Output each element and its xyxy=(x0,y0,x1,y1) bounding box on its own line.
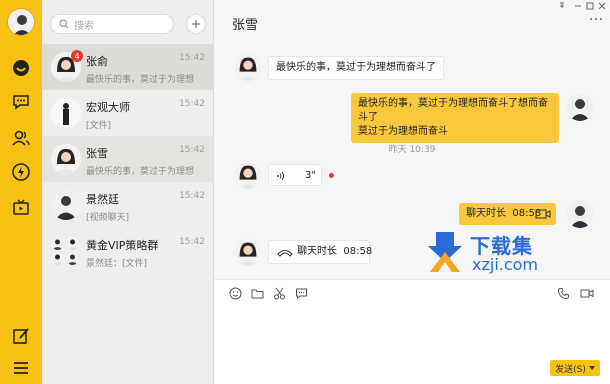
emoji-icon[interactable] xyxy=(228,286,242,300)
my-avatar xyxy=(566,200,594,228)
list-item-zhangxue[interactable]: 张雪 15:42 最快乐的事，莫过于为理想 xyxy=(42,136,213,182)
contact-time: 15:42 xyxy=(179,237,205,247)
list-item-jingranting[interactable]: 景然廷 15:42 [视频聊天] xyxy=(42,182,213,228)
chat-panel: 张雪 最快乐的事，莫过于为理想而奋斗了 最快乐的事，莫过于为理想而奋斗了想而奋斗… xyxy=(214,0,610,384)
contact-preview: [视频聊天] xyxy=(86,213,130,223)
contact-name: 黄金VIP策略群 xyxy=(86,239,159,252)
nav-rail xyxy=(0,0,42,384)
call-message-out[interactable]: 聊天时长 08:58 xyxy=(459,203,556,225)
unread-dot xyxy=(329,173,334,178)
unread-badge: 4 xyxy=(71,50,83,62)
video-call-icon[interactable] xyxy=(580,286,594,300)
search-box[interactable]: 搜索 xyxy=(50,14,174,34)
message-bubble-out: 最快乐的事，莫过于为理想而奋斗了想而奋斗了 莫过于为理想而奋斗 xyxy=(351,93,559,143)
edit-icon[interactable] xyxy=(9,324,33,348)
my-avatar[interactable] xyxy=(7,8,35,36)
phone-icon[interactable] xyxy=(556,286,570,300)
call-duration-text: 聊天时长 08:58 xyxy=(466,208,542,219)
contact-name: 宏观大师 xyxy=(86,101,130,114)
message-line: 最快乐的事，莫过于为理想而奋斗了想而奋斗了 xyxy=(358,98,548,123)
contact-time: 15:42 xyxy=(179,191,205,201)
contact-name: 张雪 xyxy=(86,147,108,160)
call-message-in[interactable]: 聊天时长 08:58 xyxy=(268,240,373,264)
avatar xyxy=(51,144,81,174)
message-bubble: 最快乐的事，莫过于为理想而奋斗了 xyxy=(268,56,444,80)
contacts-icon[interactable] xyxy=(9,126,33,150)
message-input-area[interactable]: 发送(S) xyxy=(214,280,610,384)
pin-icon[interactable] xyxy=(558,2,566,12)
tv-icon[interactable] xyxy=(9,196,33,220)
search-icon xyxy=(59,19,69,29)
search-input[interactable]: 搜索 xyxy=(74,17,94,32)
contact-preview: 最快乐的事，莫过于为理想 xyxy=(86,75,195,85)
voice-icon xyxy=(277,171,284,181)
list-item-vip-group[interactable]: 黄金VIP策略群 15:42 景然廷：[文件] xyxy=(42,228,213,274)
watermark: 下载集 xzji.com xyxy=(422,228,582,278)
contact-preview: 最快乐的事，莫过于为理想 xyxy=(86,167,195,177)
chat-bubble-icon[interactable] xyxy=(294,286,308,300)
send-button[interactable]: 发送(S) xyxy=(550,360,600,376)
download-logo-icon xyxy=(428,232,462,272)
contact-time: 15:42 xyxy=(179,145,205,155)
lightning-icon[interactable] xyxy=(9,160,33,184)
contact-preview: 景然廷：[文件] xyxy=(86,259,148,269)
call-duration-text: 聊天时长 08:58 xyxy=(297,246,373,257)
group-avatar xyxy=(50,236,80,266)
scissors-icon[interactable] xyxy=(272,286,286,300)
contact-avatar xyxy=(234,238,262,266)
contact-avatar xyxy=(234,161,262,189)
video-icon xyxy=(535,209,551,219)
chat-bubble-icon[interactable] xyxy=(9,90,33,114)
contact-name: 景然廷 xyxy=(86,193,119,206)
avatar xyxy=(51,98,81,128)
list-item-hongguan[interactable]: 宏观大师 15:42 [文件] xyxy=(42,90,213,136)
folder-icon[interactable] xyxy=(250,286,264,300)
add-button[interactable] xyxy=(186,14,206,34)
contact-time: 15:42 xyxy=(179,53,205,63)
watermark-en: xzji.com xyxy=(472,255,539,274)
more-icon[interactable] xyxy=(590,18,602,22)
my-avatar xyxy=(566,93,594,121)
close-icon[interactable] xyxy=(598,2,606,12)
chat-title: 张雪 xyxy=(232,18,259,33)
contact-time: 15:42 xyxy=(179,99,205,109)
timestamp: 昨天 10:39 xyxy=(388,145,436,155)
minimize-icon[interactable] xyxy=(574,1,582,11)
avatar xyxy=(51,190,81,220)
plus-icon xyxy=(192,20,200,28)
message-line: 莫过于为理想而奋斗 xyxy=(358,126,448,137)
voice-message[interactable]: 3" xyxy=(268,164,322,186)
list-item-zhangyu[interactable]: 4 张俞 15:42 最快乐的事，莫过于为理想 xyxy=(42,44,213,90)
contact-preview: [文件] xyxy=(86,121,112,131)
send-label: 发送(S) xyxy=(555,364,586,375)
maximize-icon[interactable] xyxy=(586,2,594,12)
contact-avatar xyxy=(234,53,262,81)
phone-hangup-icon xyxy=(277,250,293,257)
conversation-list: 搜索 4 张俞 15:42 最快乐的事，莫过于为理想 宏观大师 15:42 [文… xyxy=(42,0,214,384)
voice-duration: 3" xyxy=(305,170,316,181)
contact-name: 张俞 xyxy=(86,55,108,68)
menu-icon[interactable] xyxy=(9,356,33,380)
chevron-down-icon xyxy=(588,366,595,370)
messages-icon[interactable] xyxy=(9,56,33,80)
